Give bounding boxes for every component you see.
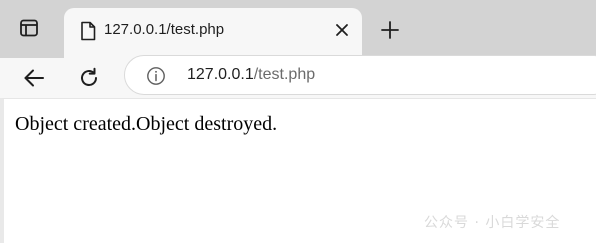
tab-actions-icon xyxy=(19,18,39,43)
tab-actions-button[interactable] xyxy=(8,12,50,48)
page-document-icon xyxy=(78,20,98,42)
back-arrow-icon xyxy=(24,69,44,87)
plus-icon xyxy=(381,21,399,39)
info-icon xyxy=(147,67,165,85)
address-bar[interactable]: 127.0.0.1/test.php xyxy=(124,55,596,95)
url-host: 127.0.0.1 xyxy=(187,66,254,83)
back-button[interactable] xyxy=(18,62,50,94)
tab-strip: 127.0.0.1/test.php xyxy=(0,0,596,58)
tab-close-button[interactable] xyxy=(330,18,354,42)
reload-icon xyxy=(81,67,97,86)
close-icon xyxy=(336,24,348,36)
url-path: /test.php xyxy=(253,66,316,83)
navigation-toolbar: 127.0.0.1/test.php xyxy=(0,55,596,98)
new-tab-button[interactable] xyxy=(374,14,406,46)
site-info-button[interactable] xyxy=(145,65,167,87)
page-output-text: Object created.Object destroyed. xyxy=(15,113,278,135)
watermark-text: 公众号 · 小白学安全 xyxy=(424,215,561,231)
reload-button[interactable] xyxy=(73,62,105,94)
url-text[interactable]: 127.0.0.1/test.php xyxy=(187,64,315,86)
active-tab[interactable]: 127.0.0.1/test.php xyxy=(64,8,362,58)
tab-title: 127.0.0.1/test.php xyxy=(104,21,225,38)
